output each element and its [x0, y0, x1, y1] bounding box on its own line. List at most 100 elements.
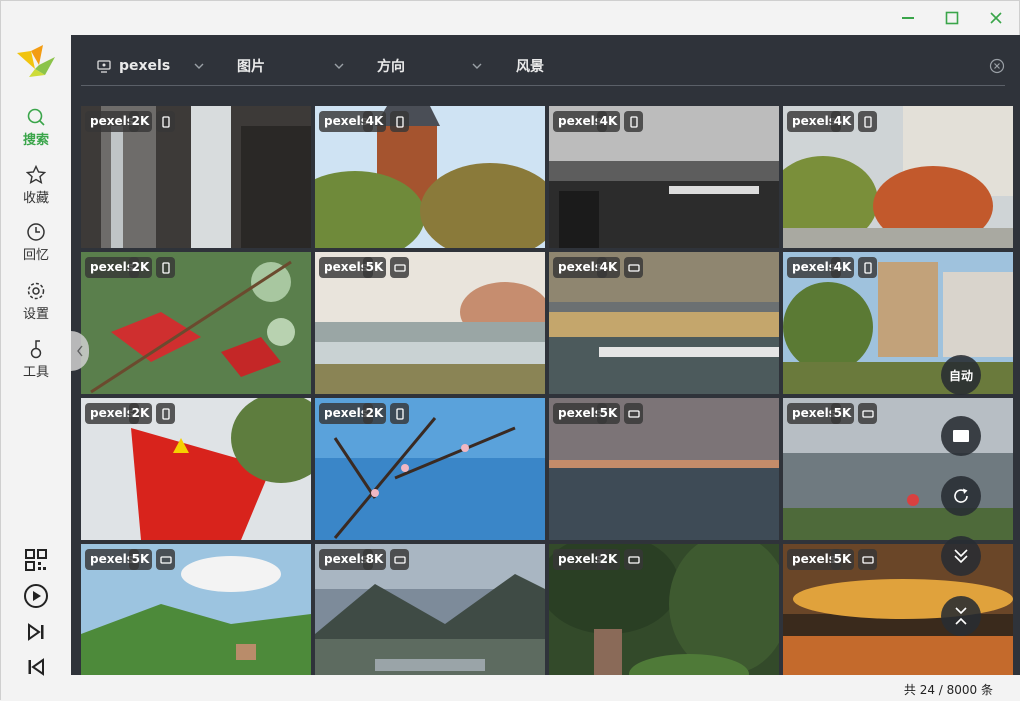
resolution-badge: 2K: [363, 403, 386, 424]
wallpaper-tile[interactable]: pexels 4K: [315, 106, 545, 248]
sidebar-item-memories[interactable]: 回忆: [1, 222, 71, 263]
landscape-icon: [390, 549, 409, 570]
app-logo: [15, 43, 57, 79]
sidebar: 搜索 收藏 回忆 设置 工具: [1, 1, 71, 701]
next-icon[interactable]: [22, 618, 50, 646]
sidebar-item-label: 工具: [22, 365, 49, 380]
landscape-icon: [624, 257, 643, 278]
qrcode-icon[interactable]: [22, 546, 50, 574]
resolution-badge: 2K: [597, 549, 620, 570]
wallpaper-tile[interactable]: pexels 2K: [81, 398, 311, 540]
resolution-badge: 5K: [831, 403, 854, 424]
resolution-badge: 4K: [363, 111, 386, 132]
sidebar-item-favorites[interactable]: 收藏: [1, 165, 71, 206]
portrait-icon: [390, 111, 409, 132]
tool-icon: [30, 340, 42, 359]
resolution-badge: 4K: [831, 111, 854, 132]
resolution-badge: 8K: [363, 549, 386, 570]
wallpaper-tile[interactable]: pexels 2K: [81, 106, 311, 248]
source-value: pexels: [119, 58, 171, 74]
resolution-badge: 2K: [129, 111, 152, 132]
wallpaper-tile[interactable]: pexels 5K: [81, 544, 311, 686]
landscape-icon: [156, 549, 175, 570]
scroll-down-button[interactable]: [941, 536, 981, 576]
main-panel: pexels 图片 方向 风景 pexels 2K pexels 4K pexels 4K…: [71, 35, 1020, 686]
filter-bar: pexels 图片 方向 风景: [81, 47, 1005, 86]
app-window: 搜索 收藏 回忆 设置 工具 pexels 图片 方向 风景 pexels 2K…: [0, 0, 1020, 701]
portrait-icon: [156, 403, 175, 424]
wallpaper-tile[interactable]: pexels 4K: [783, 106, 1013, 248]
resolution-badge: 5K: [363, 257, 386, 278]
title-bar: [71, 1, 1019, 35]
resolution-badge: 4K: [597, 257, 620, 278]
wallpaper-tile[interactable]: pexels 2K: [315, 398, 545, 540]
collapse-icon: [955, 607, 967, 625]
wallpaper-tile[interactable]: pexels 2K: [81, 252, 311, 394]
landscape-icon: [858, 403, 877, 424]
resolution-badge: 4K: [597, 111, 620, 132]
wallpaper-tile[interactable]: pexels 5K: [783, 398, 1013, 540]
portrait-icon: [390, 403, 409, 424]
refresh-button[interactable]: [941, 476, 981, 516]
result-count: 共 24 / 8000 条: [903, 683, 993, 697]
collapse-button[interactable]: [941, 596, 981, 636]
resolution-badge: 2K: [129, 403, 152, 424]
wallpaper-tile[interactable]: pexels 5K: [549, 398, 779, 540]
star-icon: [26, 165, 46, 185]
resolution-badge: 2K: [129, 257, 152, 278]
stop-icon: [953, 430, 969, 442]
clock-icon: [27, 223, 45, 241]
resolution-badge: 4K: [831, 257, 854, 278]
minimize-icon[interactable]: [897, 7, 919, 29]
category-select[interactable]: 风景: [516, 47, 544, 85]
stop-button[interactable]: [941, 416, 981, 456]
portrait-icon: [858, 257, 877, 278]
wallpaper-tile[interactable]: pexels 4K: [549, 106, 779, 248]
source-select[interactable]: pexels: [97, 47, 170, 85]
wallpaper-tile[interactable]: pexels 4K: [549, 252, 779, 394]
landscape-icon: [624, 403, 643, 424]
portrait-icon: [156, 257, 175, 278]
sidebar-item-tools[interactable]: 工具: [1, 339, 71, 380]
scroll-down-icon: [954, 549, 968, 564]
landscape-icon: [858, 549, 877, 570]
landscape-icon: [624, 549, 643, 570]
clear-icon[interactable]: [989, 58, 1005, 74]
landscape-icon: [390, 257, 409, 278]
portrait-icon: [858, 111, 877, 132]
sidebar-item-settings[interactable]: 设置: [1, 281, 71, 322]
chevron-left-icon: [77, 345, 83, 357]
sidebar-item-search[interactable]: 搜索: [1, 107, 71, 148]
portrait-icon: [624, 111, 643, 132]
chevron-down-icon: [194, 63, 204, 69]
chevron-down-icon: [472, 63, 482, 69]
previous-icon[interactable]: [22, 653, 50, 681]
type-value: 图片: [237, 59, 265, 75]
orientation-select[interactable]: 方向: [377, 47, 405, 85]
wallpaper-tile[interactable]: pexels 2K: [549, 544, 779, 686]
auto-button[interactable]: 自动: [941, 355, 981, 395]
sidebar-item-label: 搜索: [22, 133, 49, 148]
sidebar-item-label: 收藏: [22, 191, 49, 206]
gear-icon: [27, 282, 45, 300]
wallpaper-tile[interactable]: pexels 5K: [315, 252, 545, 394]
source-icon: [97, 60, 111, 73]
resolution-badge: 5K: [831, 549, 854, 570]
play-icon[interactable]: [22, 582, 50, 610]
auto-label: 自动: [948, 368, 973, 383]
category-value: 风景: [516, 59, 544, 75]
sidebar-item-label: 设置: [22, 307, 49, 322]
type-select[interactable]: 图片: [237, 47, 265, 85]
close-icon[interactable]: [985, 7, 1007, 29]
status-bar: 共 24 / 8000 条: [71, 675, 1020, 701]
search-icon: [27, 108, 45, 126]
resolution-badge: 5K: [129, 549, 152, 570]
wallpaper-tile[interactable]: pexels 8K: [315, 544, 545, 686]
resolution-badge: 5K: [597, 403, 620, 424]
sidebar-item-label: 回忆: [22, 248, 49, 263]
maximize-icon[interactable]: [941, 7, 963, 29]
chevron-down-icon: [334, 63, 344, 69]
portrait-icon: [156, 111, 175, 132]
orientation-value: 方向: [377, 59, 405, 75]
refresh-icon: [954, 488, 968, 503]
